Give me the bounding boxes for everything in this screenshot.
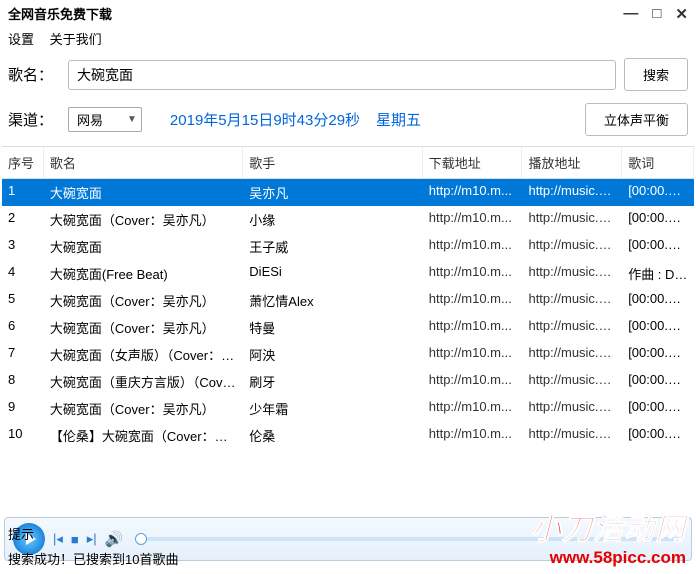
window-title: 全网音乐免费下载: [8, 4, 623, 23]
cell-lyric: [00:00.000] ...: [622, 368, 694, 395]
cell-dl: http://m10.m...: [423, 287, 523, 314]
cell-play: http://music.1...: [522, 314, 622, 341]
watermark: 小刀活动网 www.58picc.com: [531, 504, 686, 568]
cell-name: 大碗宽面（Cover：吴亦凡）: [44, 206, 243, 233]
col-artist[interactable]: 歌手: [243, 147, 422, 178]
col-play[interactable]: 播放地址: [522, 147, 622, 178]
table-row[interactable]: 8大碗宽面（重庆方言版）（Cover...刷牙http://m10.m...ht…: [2, 368, 694, 395]
cell-dl: http://m10.m...: [423, 206, 523, 233]
cell-dl: http://m10.m...: [423, 368, 523, 395]
cell-idx: 4: [2, 260, 44, 287]
cell-idx: 9: [2, 395, 44, 422]
cell-artist: 萧忆情Alex: [243, 287, 422, 314]
cell-idx: 1: [2, 179, 44, 206]
col-lyric[interactable]: 歌词: [622, 147, 694, 178]
cell-play: http://music.1...: [522, 422, 622, 449]
table-header: 序号 歌名 歌手 下载地址 播放地址 歌词: [2, 147, 694, 179]
channel-label: 渠道：: [8, 109, 60, 130]
cell-dl: http://m10.m...: [423, 314, 523, 341]
menu-about[interactable]: 关于我们: [50, 32, 102, 47]
cell-artist: 少年霜: [243, 395, 422, 422]
cell-name: 大碗宽面（Cover：吴亦凡）: [44, 287, 243, 314]
cell-artist: 特曼: [243, 314, 422, 341]
results-table: 序号 歌名 歌手 下载地址 播放地址 歌词 1大碗宽面吴亦凡http://m10…: [2, 146, 694, 449]
cell-artist: 伦桑: [243, 422, 422, 449]
cell-play: http://music.1...: [522, 260, 622, 287]
cell-name: 大碗宽面（Cover：吴亦凡）: [44, 314, 243, 341]
cell-idx: 3: [2, 233, 44, 260]
cell-idx: 8: [2, 368, 44, 395]
cell-idx: 10: [2, 422, 44, 449]
cell-play: http://music.1...: [522, 341, 622, 368]
tip-label: 提示: [8, 524, 178, 543]
cell-play: http://music.1...: [522, 233, 622, 260]
channel-value: 网易: [77, 110, 103, 129]
cell-play: http://music.1...: [522, 179, 622, 206]
status-text: 搜索成功！已搜索到10首歌曲: [8, 549, 178, 568]
menu-settings[interactable]: 设置: [8, 32, 34, 47]
cell-name: 【伦桑】大碗宽面（Cover：吴亦...: [44, 422, 243, 449]
cell-name: 大碗宽面（女声版）（Cover：吴...: [44, 341, 243, 368]
cell-artist: 小缘: [243, 206, 422, 233]
cell-artist: 吴亦凡: [243, 179, 422, 206]
cell-artist: 刷牙: [243, 368, 422, 395]
cell-lyric: [00:00.000] ...: [622, 287, 694, 314]
cell-lyric: [00:00.000] ...: [622, 341, 694, 368]
cell-dl: http://m10.m...: [423, 233, 523, 260]
cell-name: 大碗宽面: [44, 179, 243, 206]
cell-play: http://music.1...: [522, 368, 622, 395]
cell-play: http://music.1...: [522, 206, 622, 233]
cell-artist: DiESi: [243, 260, 422, 287]
cell-play: http://music.1...: [522, 287, 622, 314]
table-row[interactable]: 5大碗宽面（Cover：吴亦凡）萧忆情Alexhttp://m10.m...ht…: [2, 287, 694, 314]
search-input[interactable]: [68, 60, 616, 90]
cell-dl: http://m10.m...: [423, 341, 523, 368]
cell-name: 大碗宽面（Cover：吴亦凡）: [44, 395, 243, 422]
channel-select[interactable]: 网易 ▼: [68, 107, 142, 132]
search-label: 歌名：: [8, 64, 60, 85]
table-row[interactable]: 4大碗宽面(Free Beat)DiESihttp://m10.m...http…: [2, 260, 694, 287]
cell-idx: 2: [2, 206, 44, 233]
chevron-down-icon: ▼: [127, 114, 137, 125]
cell-lyric: 作曲 : DiESi作...: [622, 260, 694, 287]
table-row[interactable]: 10【伦桑】大碗宽面（Cover：吴亦...伦桑http://m10.m...h…: [2, 422, 694, 449]
col-name[interactable]: 歌名: [44, 147, 243, 178]
table-row[interactable]: 7大碗宽面（女声版）（Cover：吴...阿泱http://m10.m...ht…: [2, 341, 694, 368]
search-button[interactable]: 搜索: [624, 58, 688, 91]
table-row[interactable]: 6大碗宽面（Cover：吴亦凡）特曼http://m10.m...http://…: [2, 314, 694, 341]
cell-artist: 王子威: [243, 233, 422, 260]
table-row[interactable]: 9大碗宽面（Cover：吴亦凡）少年霜http://m10.m...http:/…: [2, 395, 694, 422]
maximize-icon[interactable]: □: [652, 5, 661, 23]
datetime-display: 2019年5月15日9时43分29秒星期五: [170, 109, 421, 130]
cell-play: http://music.1...: [522, 395, 622, 422]
cell-lyric: [00:00.000] ...: [622, 179, 694, 206]
cell-name: 大碗宽面(Free Beat): [44, 260, 243, 287]
stereo-balance-button[interactable]: 立体声平衡: [585, 103, 688, 136]
table-row[interactable]: 1大碗宽面吴亦凡http://m10.m...http://music.1...…: [2, 179, 694, 206]
cell-lyric: [00:00.000] ...: [622, 422, 694, 449]
cell-idx: 7: [2, 341, 44, 368]
cell-dl: http://m10.m...: [423, 422, 523, 449]
cell-dl: http://m10.m...: [423, 179, 523, 206]
cell-name: 大碗宽面（重庆方言版）（Cover...: [44, 368, 243, 395]
close-icon[interactable]: ✕: [675, 5, 688, 23]
table-row[interactable]: 2大碗宽面（Cover：吴亦凡）小缘http://m10.m...http://…: [2, 206, 694, 233]
cell-lyric: [00:00.000] ...: [622, 395, 694, 422]
cell-lyric: [00:00.000] ...: [622, 206, 694, 233]
col-download[interactable]: 下载地址: [423, 147, 523, 178]
cell-dl: http://m10.m...: [423, 260, 523, 287]
cell-lyric: [00:00.000] ...: [622, 233, 694, 260]
cell-dl: http://m10.m...: [423, 395, 523, 422]
cell-artist: 阿泱: [243, 341, 422, 368]
cell-idx: 5: [2, 287, 44, 314]
cell-idx: 6: [2, 314, 44, 341]
minimize-icon[interactable]: —: [623, 5, 638, 23]
cell-name: 大碗宽面: [44, 233, 243, 260]
cell-lyric: [00:00.000] ...: [622, 314, 694, 341]
table-row[interactable]: 3大碗宽面王子威http://m10.m...http://music.1...…: [2, 233, 694, 260]
col-index[interactable]: 序号: [2, 147, 44, 178]
